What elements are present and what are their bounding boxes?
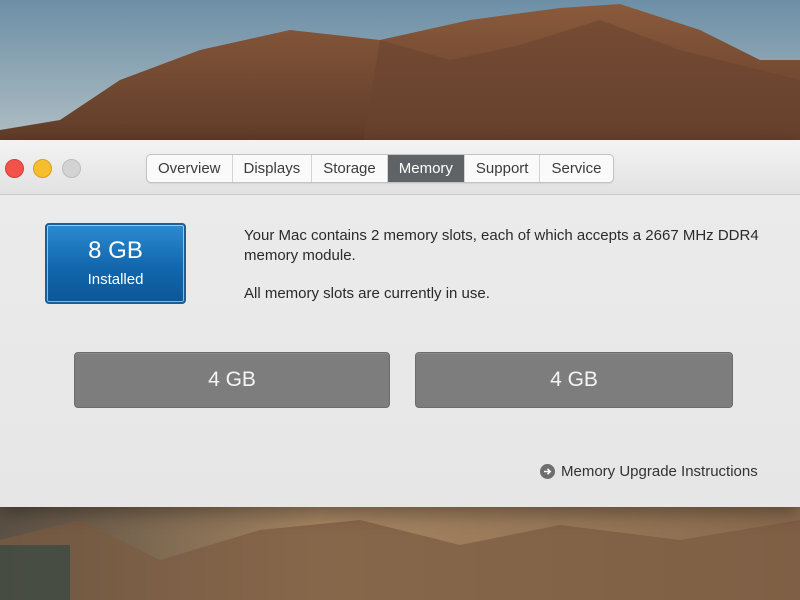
about-this-mac-window: Overview Displays Storage Memory Support… [0,140,800,507]
memory-upgrade-instructions-label: Memory Upgrade Instructions [561,462,758,480]
memory-description: Your Mac contains 2 memory slots, each o… [244,226,764,304]
installed-memory-size: 8 GB [88,237,143,264]
memory-upgrade-instructions-link[interactable]: Memory Upgrade Instructions [540,461,758,481]
installed-memory-label: Installed [87,271,144,288]
tab-storage[interactable]: Storage [312,155,388,182]
close-button-icon[interactable] [5,159,24,178]
tab-support[interactable]: Support [465,155,541,182]
memory-panel: 8 GB Installed Your Mac contains 2 memor… [0,195,800,507]
memory-slot-1: 4 GB [74,352,390,408]
memory-slots-status: All memory slots are currently in use. [244,285,490,302]
title-bar: Overview Displays Storage Memory Support… [0,140,800,195]
memory-slot-2: 4 GB [415,352,733,408]
arrow-right-circle-icon [540,463,555,479]
zoom-button-icon[interactable] [62,159,81,178]
tab-displays[interactable]: Displays [233,155,313,182]
memory-slots-description: Your Mac contains 2 memory slots, each o… [244,227,759,264]
minimize-button-icon[interactable] [33,159,52,178]
tab-service[interactable]: Service [540,155,612,182]
tab-overview[interactable]: Overview [147,155,233,182]
installed-memory-badge: 8 GB Installed [45,223,186,304]
tab-memory[interactable]: Memory [387,155,465,182]
tab-bar: Overview Displays Storage Memory Support… [146,154,614,183]
